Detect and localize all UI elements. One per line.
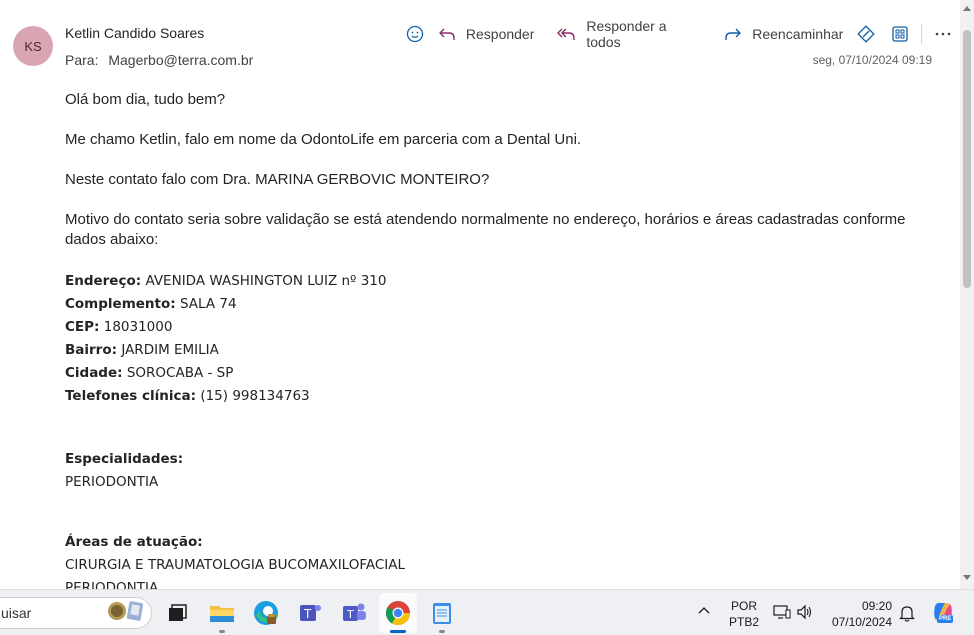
search-highlight-icon [108,601,144,621]
reply-icon [439,28,455,40]
field-row: Bairro: JARDIM EMILIA [65,339,925,362]
field-row: Endereço: AVENIDA WASHINGTON LUIZ nº 310 [65,270,925,293]
specialties-title: Especialidades: [65,451,184,467]
toolbar-divider [921,24,923,44]
windows-taskbar: uisar T T POR PTB2 09:20 07/10/2024 PRE [0,589,974,635]
reply-all-label: Responder a todos [586,18,667,50]
forward-button[interactable]: Reencaminhar [718,20,849,48]
chevron-up-icon[interactable] [698,606,710,614]
preview-badge: PRE [937,615,954,623]
field-label: Cidade: [65,365,123,381]
active-indicator [390,630,406,633]
field-value: JARDIM EMILIA [121,342,219,358]
area-item: PERIODONTIA [65,580,159,589]
email-datetime: seg, 07/10/2024 09:19 [812,53,932,67]
field-label: CEP: [65,319,100,335]
field-label: Bairro: [65,342,118,358]
running-indicator [219,630,225,633]
input-language-indicator[interactable]: POR PTB2 [728,598,760,630]
task-view-icon[interactable] [163,599,191,627]
search-text: uisar [1,605,32,621]
scroll-down-icon[interactable] [963,575,971,580]
field-value: SALA 74 [179,296,237,312]
field-row: CEP: 18031000 [65,316,925,339]
reply-all-icon [557,28,576,40]
copilot-button[interactable]: PRE [931,600,955,624]
area-item: CIRURGIA E TRAUMATOLOGIA BUCOMAXILOFACIA… [65,557,406,573]
field-row: Complemento: SALA 74 [65,293,925,316]
more-actions-button[interactable] [926,20,960,48]
file-explorer-icon[interactable] [208,599,236,627]
field-value[interactable]: (15) 998134763 [200,388,309,404]
greeting-text: Olá bom dia, tudo bem? [65,91,226,108]
language-code: POR [730,599,757,613]
recipient-line: Para: Magerbo@terra.com.br [65,52,253,68]
emoji-reaction-button[interactable] [398,20,432,48]
teams-icon[interactable]: T [296,599,324,627]
system-clock[interactable]: 09:20 07/10/2024 [826,598,892,630]
apps-grid-icon [892,26,908,42]
field-label: Complemento: [65,296,176,312]
scroll-up-icon[interactable] [963,6,971,11]
message-actions-toolbar: Responder Responder a todos Reencaminhar [398,18,960,50]
clock-date: 07/10/2024 [831,615,892,629]
field-value: 18031000 [103,319,173,335]
clock-time: 09:20 [861,599,892,613]
chrome-browser-icon[interactable] [384,599,412,627]
field-label: Endereço: [65,273,142,289]
notifications-bell-icon[interactable] [899,604,915,622]
areas-title: Áreas de atuação: [65,534,203,550]
email-reading-pane: KS Ketlin Candido Soares Para: Magerbo@t… [0,0,960,589]
field-value: SOROCABA - SP [126,365,234,381]
diamond-link-icon [857,25,875,43]
reply-button[interactable]: Responder [432,20,541,48]
email-body: Olá bom dia, tudo bem? Me chamo Ketlin, … [65,90,925,589]
sender-avatar[interactable]: KS [13,26,53,66]
keyboard-layout: PTB2 [728,615,759,629]
reason-text: Motivo do contato seria sobre validação … [65,211,906,248]
specialties-section: Especialidades: PERIODONTIA [65,448,925,494]
to-label: Para: [65,52,99,68]
running-indicator [439,630,445,633]
areas-section: Áreas de atuação: CIRURGIA E TRAUMATOLOG… [65,531,925,589]
notepad-icon[interactable] [428,599,456,627]
teams-work-icon[interactable]: T [340,599,368,627]
intro-text: Me chamo Ketlin, falo em nome da OdontoL… [65,131,582,148]
forward-label: Reencaminhar [752,26,844,42]
addin-button[interactable] [849,20,883,48]
field-row: Telefones clínica: (15) 998134763 [65,385,925,408]
field-label: Telefones clínica: [65,388,197,404]
apps-button[interactable] [883,20,917,48]
reply-all-button[interactable]: Responder a todos [550,18,710,50]
recipient-address[interactable]: Magerbo@terra.com.br [108,52,253,68]
more-horizontal-icon [935,32,951,36]
field-value: AVENIDA WASHINGTON LUIZ nº 310 [145,273,387,289]
forward-icon [725,28,741,40]
network-icon[interactable] [773,604,791,620]
sender-name[interactable]: Ketlin Candido Soares [65,25,204,41]
smiley-icon [406,25,424,43]
field-row: Cidade: SOROCABA - SP [65,362,925,385]
volume-icon[interactable] [796,604,814,620]
edge-browser-icon[interactable] [252,599,280,627]
vertical-scrollbar[interactable] [960,0,974,589]
svg-text:T: T [303,607,312,621]
scrollbar-thumb[interactable] [963,30,971,288]
reply-label: Responder [465,26,535,42]
svg-text:T: T [346,608,354,621]
question-text: Neste contato falo com Dra. MARINA GERBO… [65,171,490,188]
specialty-item: PERIODONTIA [65,474,159,490]
address-fields: Endereço: AVENIDA WASHINGTON LUIZ nº 310… [65,270,925,408]
